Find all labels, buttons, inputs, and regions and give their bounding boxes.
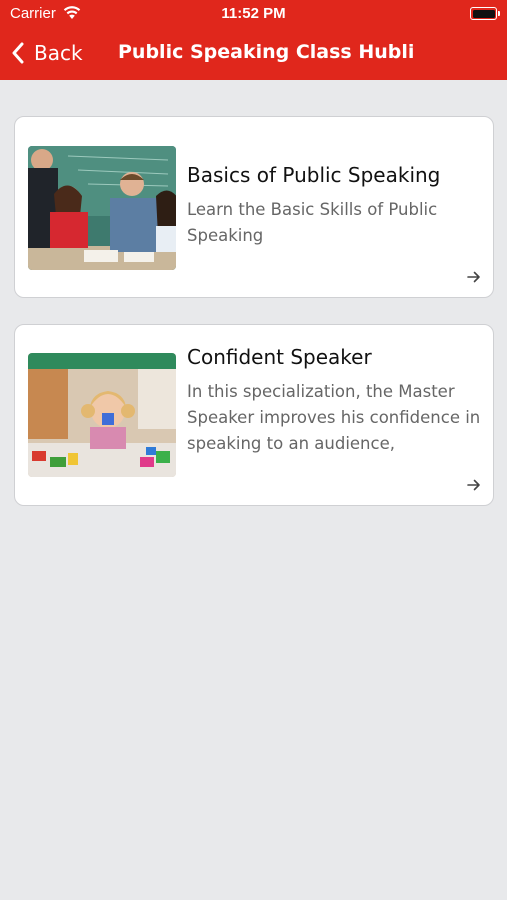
status-bar: Carrier 11:52 PM [0,0,507,28]
course-card-basics[interactable]: Basics of Public Speaking Learn the Basi… [14,116,494,298]
navigation-bar: Back Public Speaking Class Hubli [0,28,507,80]
chevron-left-icon [12,42,24,64]
page-title: Public Speaking Class Hubli [118,41,415,63]
course-card-confident-speaker[interactable]: Confident Speaker In this specialization… [14,324,494,506]
arrow-right-icon[interactable] [467,479,481,491]
battery-icon [470,7,500,20]
app-header: Carrier 11:52 PM Back Public Speaking Cl… [0,0,507,80]
arrow-right-icon[interactable] [467,271,481,283]
back-label: Back [34,41,83,65]
course-title: Basics of Public Speaking [187,163,441,187]
course-description: Learn the Basic Skills of Public Speakin… [187,200,438,245]
course-description: In this specialization, the Master Speak… [187,382,481,453]
status-time: 11:52 PM [221,5,286,22]
child-playing-photo [28,353,176,477]
course-title: Confident Speaker [187,345,372,369]
back-button[interactable]: Back [10,38,83,68]
classroom-students-photo [28,146,176,270]
